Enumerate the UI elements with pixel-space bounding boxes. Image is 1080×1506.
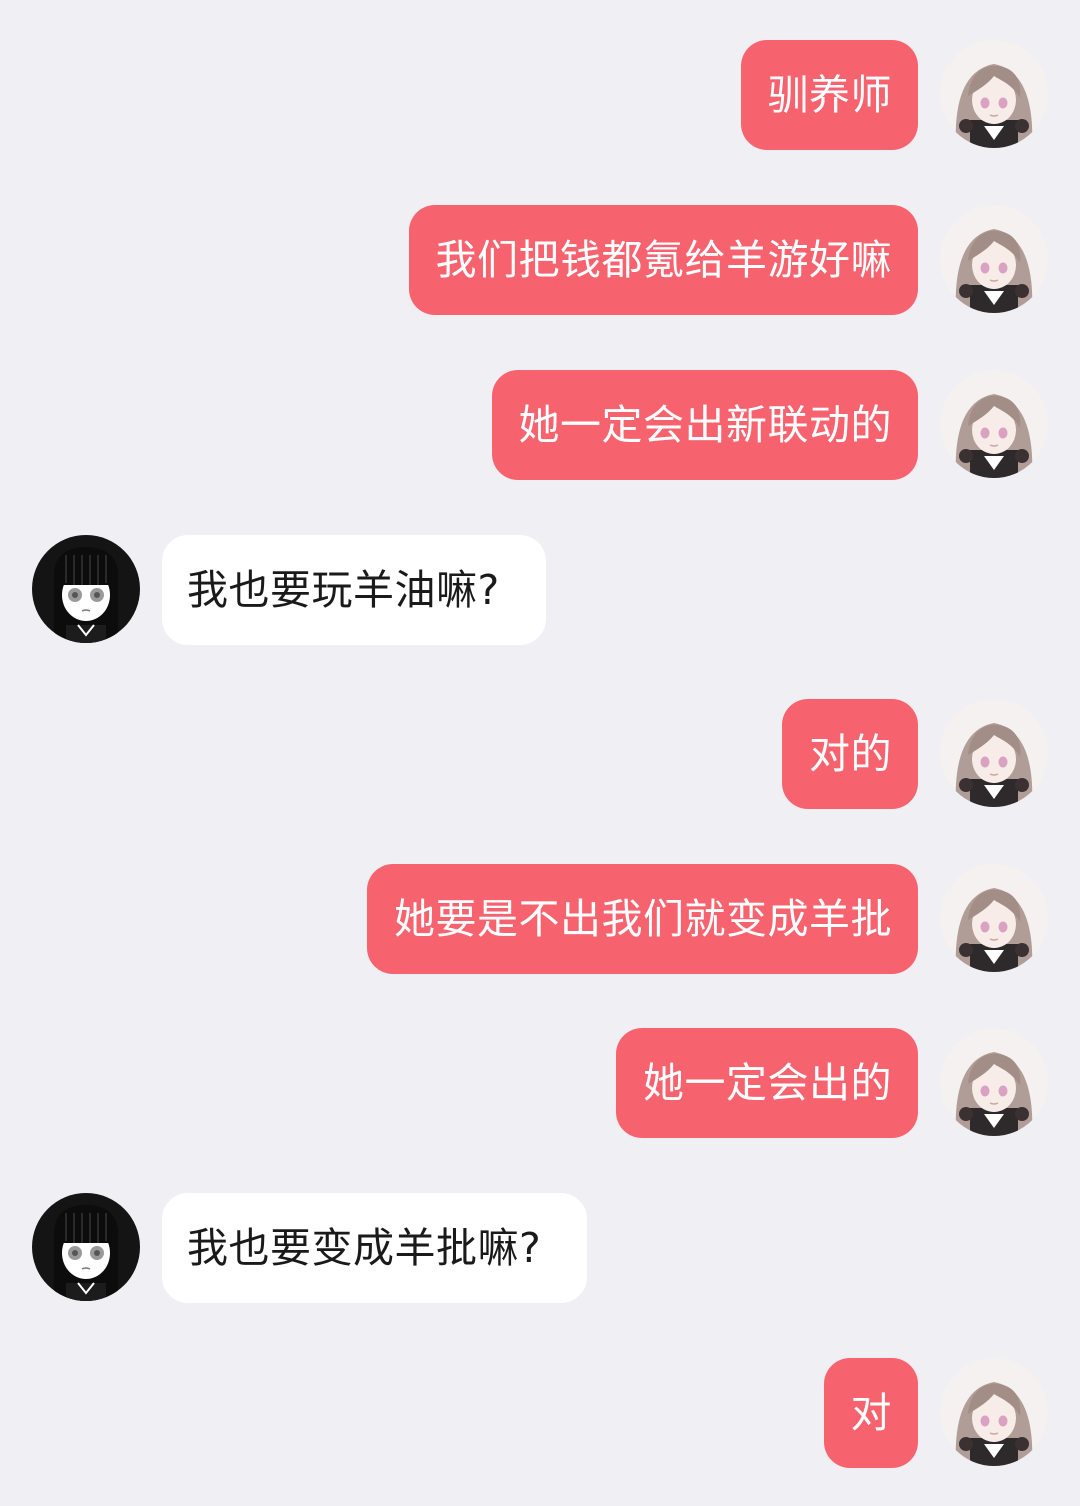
message-bubble-incoming[interactable]: 我也要玩羊油嘛? xyxy=(162,535,546,645)
pink-haired-girl-avatar[interactable] xyxy=(940,1028,1048,1136)
message-row-incoming: 我也要玩羊油嘛? xyxy=(0,535,1080,645)
message-row-outgoing: 对 xyxy=(0,1358,1080,1468)
message-row-outgoing: 驯养师 xyxy=(0,40,1080,150)
pink-haired-girl-avatar[interactable] xyxy=(940,370,1048,478)
message-row-outgoing: 她一定会出新联动的 xyxy=(0,370,1080,480)
black-haired-girl-avatar[interactable] xyxy=(32,535,140,643)
message-row-outgoing: 她一定会出的 xyxy=(0,1028,1080,1138)
message-row-outgoing: 对的 xyxy=(0,699,1080,809)
message-row-incoming: 我也要变成羊批嘛? xyxy=(0,1193,1080,1303)
message-bubble-incoming[interactable]: 我也要变成羊批嘛? xyxy=(162,1193,588,1303)
pink-haired-girl-avatar[interactable] xyxy=(940,1358,1048,1466)
pink-haired-girl-avatar[interactable] xyxy=(940,864,1048,972)
message-bubble-outgoing[interactable]: 她一定会出新联动的 xyxy=(491,370,918,480)
message-bubble-outgoing[interactable]: 驯养师 xyxy=(740,40,918,150)
pink-haired-girl-avatar[interactable] xyxy=(940,699,1048,807)
message-row-outgoing: 她要是不出我们就变成羊批 xyxy=(0,864,1080,974)
chat-message-list[interactable]: 驯养师 我们把钱都氪给羊游好嘛 她一定会出新联动的 我也要玩羊油嘛? 对的 她要… xyxy=(0,0,1080,1506)
message-bubble-outgoing[interactable]: 她一定会出的 xyxy=(616,1028,918,1138)
pink-haired-girl-avatar[interactable] xyxy=(940,205,1048,313)
message-bubble-outgoing[interactable]: 我们把钱都氪给羊游好嘛 xyxy=(408,205,918,315)
pink-haired-girl-avatar[interactable] xyxy=(940,40,1048,148)
message-bubble-outgoing[interactable]: 对 xyxy=(823,1358,918,1468)
message-bubble-outgoing[interactable]: 对的 xyxy=(782,699,918,809)
black-haired-girl-avatar[interactable] xyxy=(32,1193,140,1301)
message-row-outgoing: 我们把钱都氪给羊游好嘛 xyxy=(0,205,1080,315)
message-bubble-outgoing[interactable]: 她要是不出我们就变成羊批 xyxy=(367,864,918,974)
